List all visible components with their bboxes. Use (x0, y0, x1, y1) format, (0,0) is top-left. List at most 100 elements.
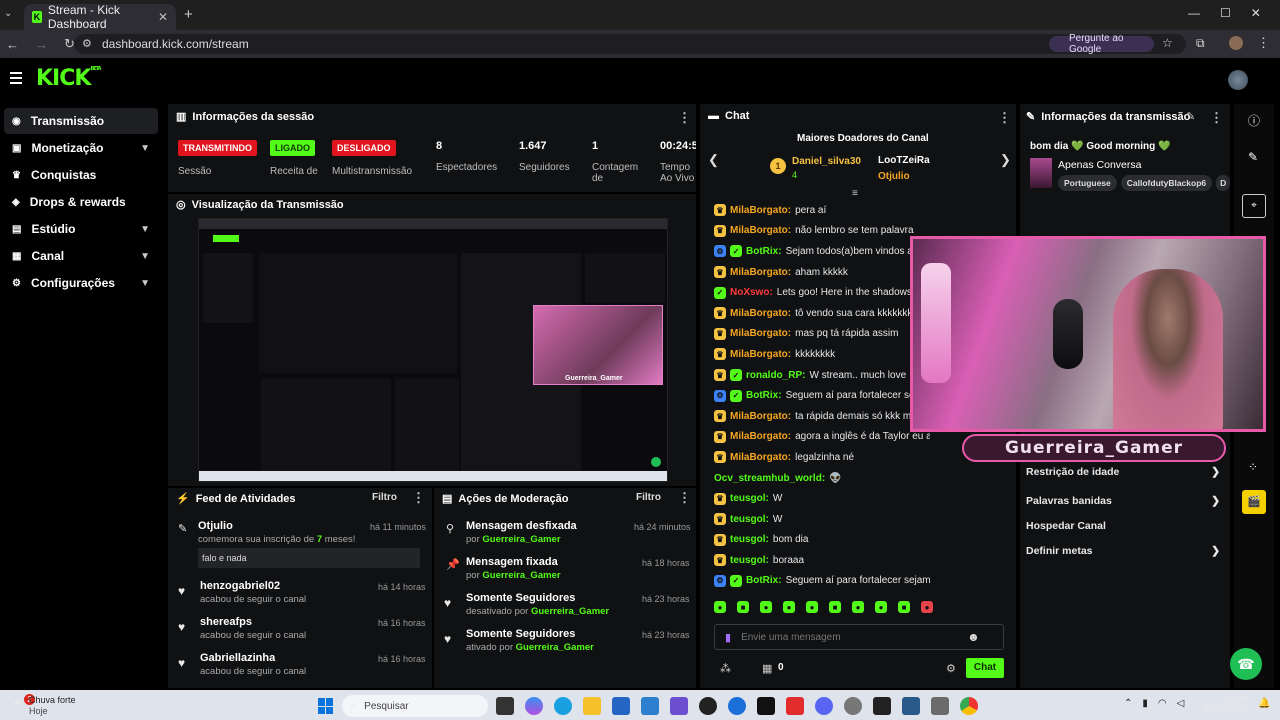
moderation-menu-icon[interactable]: ⋮ (678, 490, 691, 506)
chat-message[interactable]: ♛ MilaBorgato: kkkkkkkk (714, 344, 930, 365)
stream-info-menu-icon[interactable]: ⋮ (1210, 110, 1223, 126)
chat-username[interactable]: BotRix: (746, 390, 782, 401)
close-window-icon[interactable]: ✕ (1251, 6, 1261, 20)
app-icon[interactable] (873, 697, 891, 715)
chat-message[interactable]: ⚙ ✓ BotRix: Sejam todos(a)bem vindos a live (714, 241, 930, 262)
ask-google-button[interactable]: Pergunte ao Google (1049, 33, 1154, 55)
chat-username[interactable]: BotRix: (746, 246, 782, 257)
session-menu-icon[interactable]: ⋮ (678, 110, 691, 126)
feed-menu-icon[interactable]: ⋮ (412, 490, 425, 506)
sidebar-item-estudio[interactable]: ▤ Estúdio ▼ (4, 216, 158, 242)
app-icon[interactable] (496, 697, 514, 715)
minimize-icon[interactable]: — (1188, 6, 1200, 20)
sidebar-item-configuracoes[interactable]: ⚙ Configurações ▼ (4, 270, 158, 296)
edit-icon[interactable]: ✎ (1186, 110, 1195, 123)
app-icon[interactable] (757, 697, 775, 715)
start-icon[interactable] (318, 698, 334, 714)
kick-points-icon[interactable]: ⁂ (720, 662, 731, 675)
emoji-picker-icon[interactable]: ☻ (967, 630, 980, 644)
support-chat-icon[interactable]: ☎ (1230, 648, 1262, 680)
app-icon[interactable] (786, 697, 804, 715)
chat-message[interactable]: ♛ MilaBorgato: agora a inglês é da Taylor … (714, 427, 930, 448)
stream-preview-video[interactable]: Guerreira_Gamer (198, 218, 668, 482)
chat-username[interactable]: ronaldo_RP: (746, 370, 805, 381)
chat-message[interactable]: ♛ ✓ ronaldo_RP: W stream.. much love (714, 365, 930, 386)
app-icon[interactable] (815, 697, 833, 715)
chat-username[interactable]: teusgol: (730, 555, 769, 566)
chat-username[interactable]: MilaBorgato: (730, 308, 791, 319)
chat-message[interactable]: ♛ MilaBorgato: não lembro se tem palavra (714, 221, 930, 242)
browser-menu-icon[interactable]: ⋮ (1257, 35, 1270, 51)
app-icon[interactable] (931, 697, 949, 715)
emote-icon[interactable]: ■ (737, 601, 749, 613)
kick-logo[interactable]: KICKBETA (36, 66, 102, 91)
send-chat-button[interactable]: Chat (966, 658, 1004, 678)
star-icon[interactable]: ☆ (1162, 36, 1173, 50)
pen-icon[interactable]: ✎ (1248, 150, 1258, 164)
emote-icon[interactable]: ● (921, 601, 933, 613)
chat-username[interactable]: MilaBorgato: (730, 349, 791, 360)
chat-menu-icon[interactable]: ⋮ (998, 110, 1011, 126)
setting-goals[interactable]: Definir metas ❯ (1026, 545, 1220, 557)
extensions-icon[interactable]: ⧉ (1196, 36, 1205, 51)
new-tab-icon[interactable]: + (184, 6, 193, 23)
tag[interactable]: CallofdutyBlackop6 (1120, 175, 1213, 191)
chat-message[interactable]: Ocv_streamhub_world: 👽 (714, 468, 930, 489)
chat-message[interactable]: ♛ MilaBorgato: pera aí (714, 200, 930, 221)
collapse-icon[interactable]: ≡ (852, 188, 858, 199)
chat-username[interactable]: MilaBorgato: (730, 431, 791, 442)
tray-chevron-icon[interactable]: ⌃ (1124, 698, 1132, 709)
emote-icon[interactable]: ● (714, 601, 726, 613)
chrome-icon[interactable] (960, 697, 978, 715)
app-icon[interactable] (699, 697, 717, 715)
chat-input[interactable]: ▮ ☻ (714, 624, 1004, 650)
sidebar-item-transmissao[interactable]: ◉ Transmissão (4, 108, 158, 134)
clapper-icon[interactable]: 🎬 (1242, 490, 1266, 514)
chat-message[interactable]: ✓ NoXswo: Lets goo! Here in the shadows (714, 282, 930, 303)
chat-message[interactable]: ♛ MilaBorgato: legalzinha né (714, 447, 930, 468)
app-icon[interactable] (612, 697, 630, 715)
browser-tab[interactable]: K Stream - Kick Dashboard ✕ (24, 3, 176, 31)
hamburger-icon[interactable] (10, 72, 22, 84)
message-field[interactable] (741, 631, 962, 643)
chat-username[interactable]: MilaBorgato: (730, 452, 791, 463)
address-bar[interactable]: dashboard.kick.com/stream (74, 34, 1186, 54)
focus-icon[interactable]: ⌖ (1242, 194, 1266, 218)
emote-icon[interactable]: ● (783, 601, 795, 613)
tab-list-icon[interactable]: ⌄ (4, 8, 18, 22)
forward-icon[interactable]: → (35, 37, 48, 52)
sidebar-item-canal[interactable]: ▦ Canal ▼ (4, 243, 158, 269)
notification-bell-icon[interactable]: 🔔 (1258, 698, 1270, 709)
site-info-icon[interactable]: ⚙ (82, 37, 92, 50)
chat-message[interactable]: ♛ MilaBorgato: tô vendo sua cara kkkkkkkk (714, 303, 930, 324)
app-icon[interactable] (554, 697, 572, 715)
chat-message[interactable]: ♛ MilaBorgato: ta rápida demais só kkk mas… (714, 406, 930, 427)
profile-avatar[interactable] (1229, 36, 1243, 50)
chat-message[interactable]: ⚙ ✓ BotRix:Seguem aí para fortalecer sejam… (714, 385, 930, 406)
emote-icon[interactable]: ■ (898, 601, 910, 613)
chat-message[interactable]: ⚙ ✓ BotRix:Seguem aí para fortalecer sejam… (714, 571, 930, 592)
chat-username[interactable]: teusgol: (730, 493, 769, 504)
moderation-filter-button[interactable]: Filtro (636, 492, 661, 503)
app-icon[interactable] (728, 697, 746, 715)
chat-message[interactable]: ♛ teusgol: bom dia (714, 530, 930, 551)
close-tab-icon[interactable]: ✕ (158, 10, 168, 24)
emote-icon[interactable]: ● (852, 601, 864, 613)
weather-widget[interactable]: ☂ 2 Chuva forte Hoje (10, 694, 100, 716)
tag[interactable]: Portuguese (1058, 175, 1117, 191)
back-icon[interactable]: ← (6, 37, 19, 52)
app-icon[interactable] (670, 697, 688, 715)
app-icon[interactable] (641, 697, 659, 715)
chat-message[interactable]: ♛ teusgol: W (714, 488, 930, 509)
app-icon[interactable] (844, 697, 862, 715)
sidebar-item-drops[interactable]: ◈ Drops & rewards (4, 189, 158, 215)
wifi-icon[interactable]: ◠ (1158, 698, 1167, 709)
clock[interactable]: 08:49 20/12/2025 (1200, 694, 1248, 714)
chat-username[interactable]: NoXswo: (730, 287, 773, 298)
emote-icon[interactable]: ● (806, 601, 818, 613)
chat-username[interactable]: teusgol: (730, 514, 769, 525)
app-icon[interactable] (525, 697, 543, 715)
setting-banned-words[interactable]: Palavras banidas ❯ (1026, 495, 1220, 507)
chat-message[interactable]: ♛ MilaBorgato: aham kkkkk (714, 262, 930, 283)
chat-username[interactable]: MilaBorgato: (730, 205, 791, 216)
